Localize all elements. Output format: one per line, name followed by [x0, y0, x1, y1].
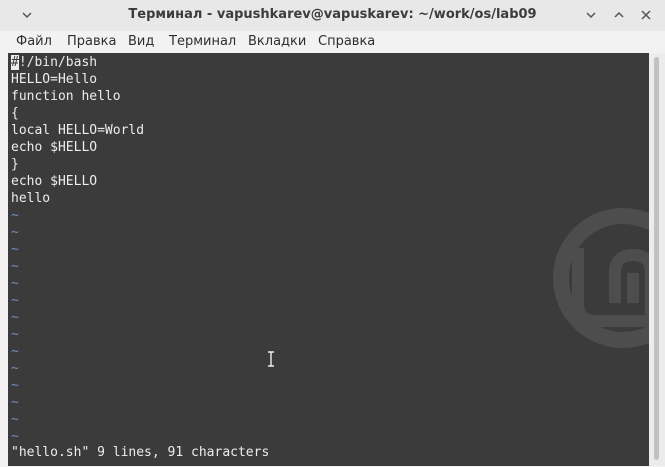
code-line-6: echo $HELLO — [11, 140, 98, 155]
empty-line-marker: ~ — [11, 208, 19, 223]
terminal-area[interactable]: #!/bin/bash HELLO=Hello function hello {… — [8, 53, 649, 466]
scrollbar-thumb[interactable] — [654, 57, 659, 460]
window-title: Терминал - vapushkarev@vapuskarev: ~/wor… — [128, 7, 537, 22]
minimize-icon[interactable] — [582, 6, 600, 24]
menu-help[interactable]: Справка — [318, 34, 375, 49]
empty-line-marker: ~ — [11, 378, 19, 393]
menu-terminal[interactable]: Терминал — [169, 34, 236, 49]
empty-line-marker: ~ — [11, 361, 19, 376]
empty-line-marker: ~ — [11, 225, 19, 240]
empty-line-marker: ~ — [11, 344, 19, 359]
maximize-icon[interactable] — [610, 6, 628, 24]
mint-logo-icon — [553, 208, 649, 348]
menu-bar: Файл Правка Вид Терминал Вкладки Справка — [0, 31, 665, 53]
code-line-5: local HELLO=World — [11, 123, 145, 138]
empty-line-marker: ~ — [11, 395, 19, 410]
menu-view[interactable]: Вид — [128, 34, 154, 49]
empty-line-marker: ~ — [11, 429, 19, 444]
vertical-scrollbar[interactable] — [649, 53, 665, 466]
empty-line-marker: ~ — [11, 276, 19, 291]
status-line: "hello.sh" 9 lines, 91 characters — [11, 445, 270, 460]
empty-line-marker: ~ — [11, 310, 19, 325]
title-bar[interactable]: Терминал - vapushkarev@vapuskarev: ~/wor… — [0, 0, 665, 32]
code-line-7: } — [11, 157, 19, 172]
menu-edit[interactable]: Правка — [67, 34, 116, 49]
code-line-1: #!/bin/bash — [11, 55, 98, 70]
code-line-8: echo $HELLO — [11, 174, 98, 189]
empty-line-marker: ~ — [11, 259, 19, 274]
close-icon[interactable] — [637, 6, 655, 24]
empty-line-marker: ~ — [11, 242, 19, 257]
empty-line-marker: ~ — [11, 293, 19, 308]
empty-line-marker: ~ — [11, 412, 19, 427]
menu-file[interactable]: Файл — [16, 34, 52, 49]
text-cursor-icon — [268, 351, 274, 367]
menu-tabs[interactable]: Вкладки — [248, 34, 306, 49]
code-line-4: { — [11, 106, 19, 121]
code-line-3: function hello — [11, 89, 121, 104]
code-line-2: HELLO=Hello — [11, 72, 98, 87]
empty-line-marker: ~ — [11, 327, 19, 342]
code-line-9: hello — [11, 191, 51, 206]
text-cursor: # — [11, 55, 19, 70]
terminal-window: Терминал - vapushkarev@vapuskarev: ~/wor… — [0, 0, 665, 467]
